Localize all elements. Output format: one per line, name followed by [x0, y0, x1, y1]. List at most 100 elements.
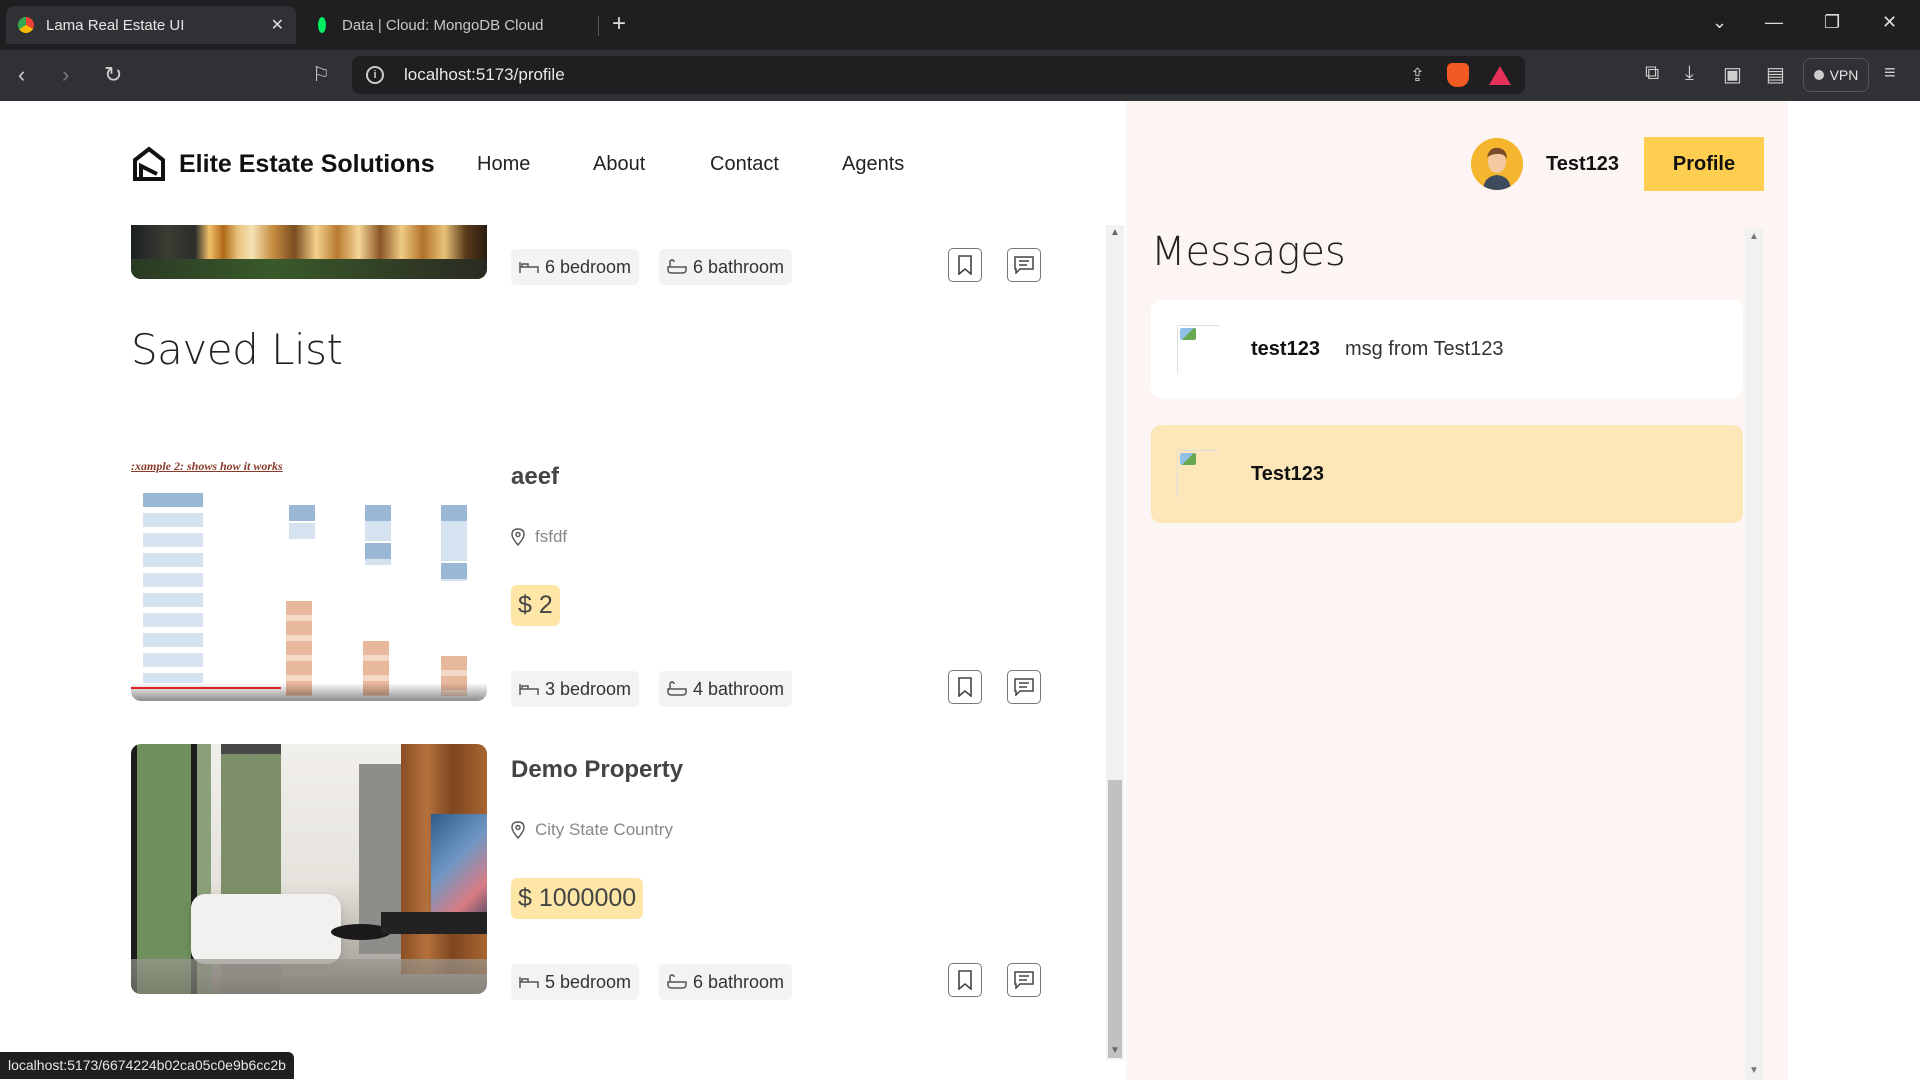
- scroll-up-arrow-icon[interactable]: ▲: [1749, 231, 1759, 242]
- scrollbar-thumb[interactable]: [1108, 780, 1122, 1058]
- nav-contact[interactable]: Contact: [710, 153, 779, 176]
- property-title[interactable]: aeef: [511, 463, 559, 491]
- nav-home[interactable]: Home: [477, 153, 530, 176]
- bedroom-feature: 6 bedroom: [511, 249, 640, 285]
- chat-button[interactable]: [1007, 670, 1041, 704]
- property-address: fsfdf: [511, 527, 567, 547]
- reload-icon[interactable]: ↻: [104, 62, 122, 88]
- tab-search-chevron-icon[interactable]: ⌄: [1712, 12, 1727, 33]
- bookmark-icon: [958, 677, 972, 697]
- bed-icon: [519, 262, 539, 273]
- tab-separator: [598, 16, 599, 36]
- bookmark-page-icon[interactable]: ⚐: [312, 62, 330, 87]
- property-list-scrollbar[interactable]: ▲ ▼: [1106, 225, 1124, 1060]
- site-info-icon[interactable]: i: [366, 66, 384, 84]
- property-title[interactable]: Demo Property: [511, 756, 683, 784]
- vpn-status-icon: [1813, 70, 1824, 80]
- property-price: $ 2: [511, 585, 560, 626]
- restore-icon[interactable]: ❐: [1824, 12, 1840, 33]
- wallet-icon[interactable]: ▤: [1766, 62, 1785, 87]
- bookmark-icon: [958, 970, 972, 990]
- address-bar[interactable]: i localhost:5173/profile ⇪: [352, 56, 1525, 94]
- sidebar-icon[interactable]: ▣: [1723, 62, 1742, 87]
- url-text[interactable]: localhost:5173/profile: [404, 65, 565, 85]
- logo-icon: [133, 146, 165, 181]
- profile-button[interactable]: Profile: [1644, 137, 1764, 191]
- bathroom-feature: 6 bathroom: [659, 249, 793, 285]
- bath-icon: [667, 974, 687, 989]
- bathroom-count: 4 bathroom: [693, 678, 785, 699]
- page-viewport: Elite Estate Solutions Home About Contac…: [0, 101, 1920, 1080]
- property-image[interactable]: :xample 2: shows how it works: [131, 451, 487, 701]
- menu-icon[interactable]: ≡: [1884, 62, 1896, 85]
- forward-icon[interactable]: ›: [62, 62, 69, 88]
- chat-icon: [1014, 678, 1034, 696]
- chat-button[interactable]: [1007, 963, 1041, 997]
- browser-toolbar: ‹ › ↻ ⚐ i localhost:5173/profile ⇪ ⧉ ⤓ ▣…: [0, 50, 1920, 101]
- scroll-down-arrow-icon[interactable]: ▼: [1110, 1045, 1120, 1056]
- vpn-button[interactable]: VPN: [1803, 58, 1869, 92]
- property-list-scroll-area[interactable]: 6 bedroom 6 bathroom Saved List :xample …: [0, 225, 1126, 1080]
- browser-tab-bar: Lama Real Estate UI ✕ Data | Cloud: Mong…: [0, 0, 1920, 50]
- saved-property-card: Demo Property City State Country $ 10000…: [131, 744, 1051, 1000]
- window-close-icon[interactable]: ✕: [1882, 12, 1897, 33]
- property-address: City State Country: [511, 820, 673, 840]
- bathroom-count: 6 bathroom: [693, 971, 785, 992]
- property-price: $ 1000000: [511, 878, 644, 919]
- saved-property-card: :xample 2: shows how it works aeef fsfdf…: [131, 451, 1051, 707]
- message-preview: msg from Test123: [1344, 337, 1504, 360]
- bedroom-feature: 3 bedroom: [511, 671, 640, 707]
- minimize-icon[interactable]: —: [1765, 12, 1783, 33]
- bathroom-count: 6 bathroom: [693, 256, 785, 277]
- tab-lama-real-estate[interactable]: Lama Real Estate UI ✕: [6, 6, 296, 44]
- bath-icon: [667, 681, 687, 696]
- save-button[interactable]: [948, 963, 982, 997]
- message-item[interactable]: test123 msg from Test123: [1151, 300, 1743, 398]
- save-button[interactable]: [948, 670, 982, 704]
- bed-icon: [519, 684, 539, 695]
- chrome-favicon-icon: [18, 17, 34, 33]
- bathroom-feature: 6 bathroom: [659, 964, 793, 1000]
- property-image[interactable]: [131, 744, 487, 994]
- message-sender: Test123: [1251, 462, 1325, 485]
- bedroom-feature: 5 bedroom: [511, 964, 640, 1000]
- chat-icon: [1014, 971, 1034, 989]
- user-avatar[interactable]: [1471, 138, 1523, 190]
- navbar-username: Test123: [1546, 153, 1620, 175]
- scroll-up-arrow-icon[interactable]: ▲: [1110, 227, 1120, 238]
- message-item-unread[interactable]: Test123: [1151, 425, 1743, 523]
- messages-scrollbar[interactable]: ▲ ▼: [1745, 229, 1763, 1080]
- mongodb-leaf-icon: [318, 17, 326, 33]
- close-tab-icon[interactable]: ✕: [271, 15, 284, 35]
- bath-icon: [667, 259, 687, 274]
- page-margin: [1788, 101, 1920, 1080]
- chat-button[interactable]: [1007, 248, 1041, 282]
- new-tab-button[interactable]: +: [612, 10, 626, 38]
- share-icon[interactable]: ⇪: [1410, 65, 1425, 86]
- nav-about[interactable]: About: [593, 153, 645, 176]
- brave-rewards-icon[interactable]: [1489, 65, 1511, 85]
- property-image[interactable]: [131, 225, 487, 279]
- brand-name: Elite Estate Solutions: [179, 149, 435, 178]
- bedroom-count: 6 bedroom: [545, 256, 632, 277]
- thumbnail-caption: :xample 2: shows how it works: [131, 459, 283, 473]
- sender-avatar: [1177, 450, 1219, 498]
- back-icon[interactable]: ‹: [18, 62, 25, 88]
- brand-logo[interactable]: Elite Estate Solutions: [131, 146, 435, 182]
- chat-icon: [1014, 256, 1034, 274]
- status-bar-link-preview: localhost:5173/6674224b02ca05c0e9b6cc2b: [0, 1052, 294, 1079]
- nav-agents[interactable]: Agents: [842, 153, 904, 176]
- bookmark-icon: [958, 255, 972, 275]
- location-pin-icon: [511, 821, 525, 839]
- bed-icon: [519, 977, 539, 988]
- brave-shields-icon[interactable]: [1447, 63, 1469, 87]
- saved-list-title: Saved List: [131, 325, 343, 374]
- scroll-down-arrow-icon[interactable]: ▼: [1749, 1065, 1759, 1076]
- messages-title: Messages: [1151, 229, 1346, 275]
- download-icon[interactable]: ⤓: [1685, 62, 1694, 85]
- address-text: City State Country: [535, 820, 673, 839]
- tab-title: Lama Real Estate UI: [46, 16, 185, 34]
- tab-mongodb[interactable]: Data | Cloud: MongoDB Cloud: [302, 6, 598, 44]
- extensions-icon[interactable]: ⧉: [1645, 62, 1659, 85]
- save-button[interactable]: [948, 248, 982, 282]
